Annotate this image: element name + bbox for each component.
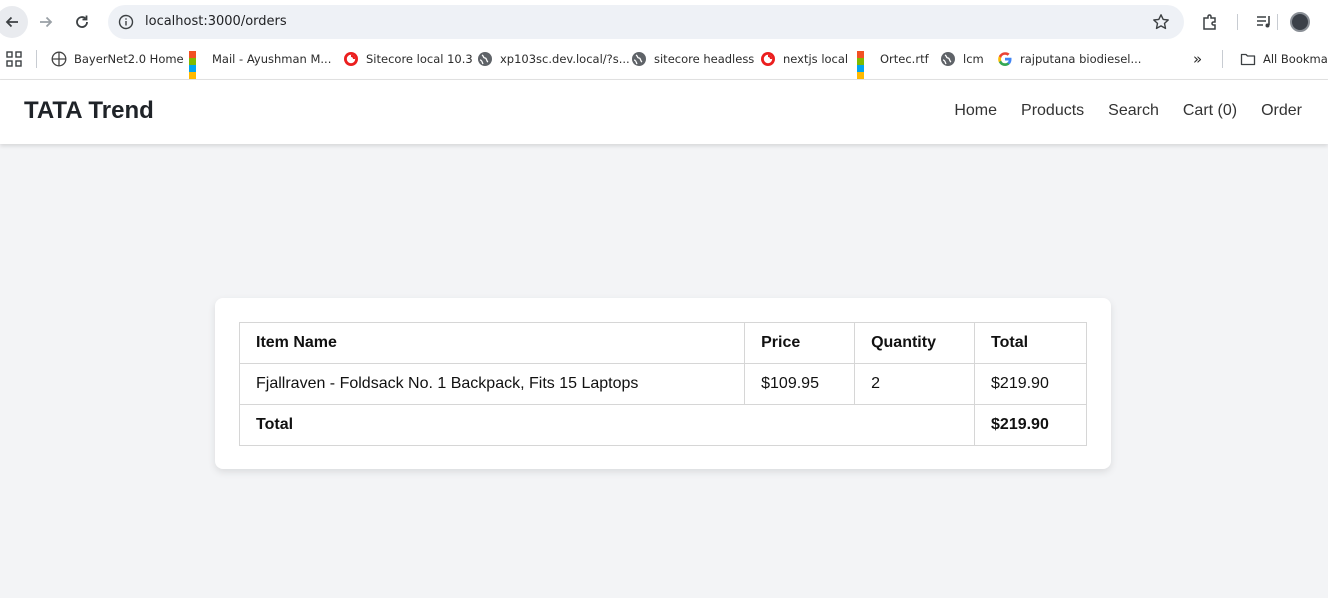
header-price: Price (744, 322, 856, 364)
bookmark-sitecore-local[interactable]: Sitecore local 10.3 (343, 50, 473, 68)
globe-icon (941, 52, 955, 66)
reload-button[interactable] (68, 8, 96, 36)
header-quantity: Quantity (854, 322, 976, 364)
extensions-button[interactable] (1199, 11, 1221, 33)
microsoft-icon (189, 51, 205, 79)
bookmark-mail[interactable]: Mail - Ayushman M... (189, 50, 332, 79)
nav-cart-link[interactable]: Cart (0) (1183, 102, 1237, 120)
item-total-cell: $219.90 (974, 363, 1087, 405)
arrow-left-icon (5, 16, 18, 28)
bookmark-label: Ortec.rtf (880, 52, 929, 66)
bookmark-xp103sc[interactable]: xp103sc.dev.local/?s... (477, 50, 630, 68)
url-text[interactable]: localhost:3000/orders (145, 14, 287, 29)
table-header-row: Item Name Price Quantity Total (238, 322, 1087, 364)
bookmark-nextjs-local[interactable]: nextjs local (760, 50, 848, 68)
media-button[interactable] (1253, 11, 1275, 33)
total-label-cell: Total (238, 404, 976, 446)
bookmark-label: sitecore headless (654, 52, 755, 66)
item-price-cell: $109.95 (744, 363, 856, 405)
globe-cross-icon (51, 51, 67, 67)
playlist-icon (1257, 16, 1270, 28)
all-bookmarks-folder[interactable]: All Bookmarks (1240, 50, 1328, 68)
all-bookmarks-label: All Bookmarks (1263, 52, 1328, 66)
folder-icon (1240, 53, 1256, 66)
bookmarks-bar: BayerNet2.0 Home Mail - Ayushman M... Si… (0, 46, 1328, 79)
order-table: Item Name Price Quantity Total Fjallrave… (238, 322, 1087, 446)
reload-icon (76, 15, 88, 28)
header-item-name: Item Name (238, 322, 746, 364)
item-quantity-cell: 2 (854, 363, 976, 405)
forward-button[interactable] (32, 8, 60, 36)
grand-total-cell: $219.90 (974, 404, 1087, 446)
google-icon (998, 52, 1012, 66)
bookmark-label: Mail - Ayushman M... (212, 52, 332, 66)
toolbar-divider (1237, 14, 1238, 30)
nav-search-link[interactable]: Search (1108, 102, 1159, 120)
bookmark-rajputana[interactable]: rajputana biodiesel... (997, 50, 1141, 68)
info-icon[interactable] (118, 14, 134, 30)
nav-home-link[interactable]: Home (954, 102, 997, 120)
nav-products-link[interactable]: Products (1021, 102, 1084, 120)
table-row: Fjallraven - Foldsack No. 1 Backpack, Fi… (238, 363, 1087, 405)
total-row: Total $219.90 (238, 404, 1087, 446)
globe-icon (478, 52, 492, 66)
more-bookmarks-button[interactable]: » (1193, 50, 1202, 68)
arrow-right-icon (40, 16, 53, 28)
bookmark-label: xp103sc.dev.local/?s... (500, 52, 630, 66)
header-total: Total (974, 322, 1087, 364)
bookmark-label: nextjs local (783, 52, 849, 66)
sitecore-icon (344, 52, 358, 66)
star-icon[interactable] (1152, 13, 1170, 31)
back-button[interactable] (0, 6, 28, 38)
browser-toolbar: localhost:3000/orders (0, 0, 1328, 44)
bookmark-lcm[interactable]: lcm (940, 50, 984, 68)
bookmark-sitecore-headless[interactable]: sitecore headless (631, 50, 754, 68)
browser-chrome: localhost:3000/orders BayerNet2.0 Home M… (0, 0, 1328, 80)
nav-order-link[interactable]: Order (1261, 102, 1302, 120)
bookmark-bayernet[interactable]: BayerNet2.0 Home (51, 50, 184, 68)
bookmark-label: BayerNet2.0 Home (74, 52, 184, 66)
bookmark-label: rajputana biodiesel... (1020, 52, 1142, 66)
bookmarks-divider (1222, 50, 1223, 68)
more-bookmarks-label: » (1193, 50, 1203, 68)
microsoft-icon (857, 51, 873, 79)
order-card: Item Name Price Quantity Total Fjallrave… (215, 298, 1111, 469)
bookmark-label: Sitecore local 10.3 (366, 52, 473, 66)
globe-icon (632, 52, 646, 66)
item-name-cell: Fjallraven - Foldsack No. 1 Backpack, Fi… (238, 363, 746, 405)
app-header: TATA Trend Home Products Search Cart (0)… (0, 80, 1328, 144)
brand-logo[interactable]: TATA Trend (24, 97, 154, 125)
bookmark-ortec[interactable]: Ortec.rtf (857, 50, 929, 79)
main-nav: Home Products Search Cart (0) Order (954, 102, 1302, 120)
toolbar-divider (1277, 14, 1278, 30)
address-bar[interactable]: localhost:3000/orders (108, 5, 1184, 39)
puzzle-icon (1203, 14, 1216, 30)
profile-avatar[interactable] (1290, 12, 1310, 32)
sitecore-icon (761, 52, 775, 66)
bookmark-label: lcm (963, 52, 984, 66)
